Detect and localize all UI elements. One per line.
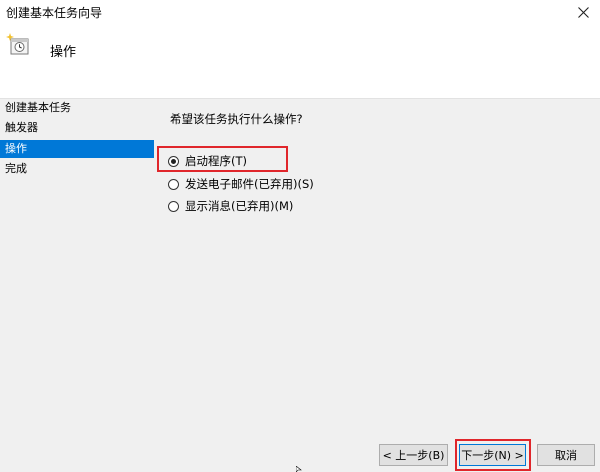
step-finish: 完成 bbox=[5, 162, 27, 175]
page-title: 操作 bbox=[50, 45, 77, 60]
radio-send-email[interactable] bbox=[168, 178, 179, 190]
close-icon bbox=[577, 6, 589, 18]
option-send-email-label: 发送电子邮件(已弃用)(S) bbox=[185, 177, 314, 191]
radio-show-message[interactable] bbox=[168, 200, 179, 212]
wizard-header bbox=[0, 26, 600, 98]
window-title: 创建基本任务向导 bbox=[6, 6, 103, 20]
title-bar: 创建基本任务向导 bbox=[0, 0, 600, 26]
close-button[interactable] bbox=[566, 0, 600, 24]
step-trigger: 触发器 bbox=[5, 121, 38, 134]
back-button[interactable]: < 上一步(B) bbox=[379, 444, 448, 466]
action-prompt: 希望该任务执行什么操作? bbox=[170, 112, 303, 126]
task-scheduler-icon bbox=[6, 33, 29, 55]
option-show-message-label: 显示消息(已弃用)(M) bbox=[185, 199, 294, 213]
cancel-button[interactable]: 取消 bbox=[537, 444, 595, 466]
step-create-basic-task: 创建基本任务 bbox=[5, 101, 71, 114]
step-action: 操作 bbox=[0, 140, 154, 158]
annotation-highlight-option bbox=[157, 146, 288, 172]
annotation-highlight-next bbox=[455, 439, 531, 471]
option-show-message[interactable]: 显示消息(已弃用)(M) bbox=[168, 197, 293, 215]
option-send-email[interactable]: 发送电子邮件(已弃用)(S) bbox=[168, 175, 314, 193]
mouse-cursor-icon bbox=[296, 466, 302, 472]
wizard-steps: 创建基本任务 触发器 操作 完成 bbox=[0, 99, 156, 472]
